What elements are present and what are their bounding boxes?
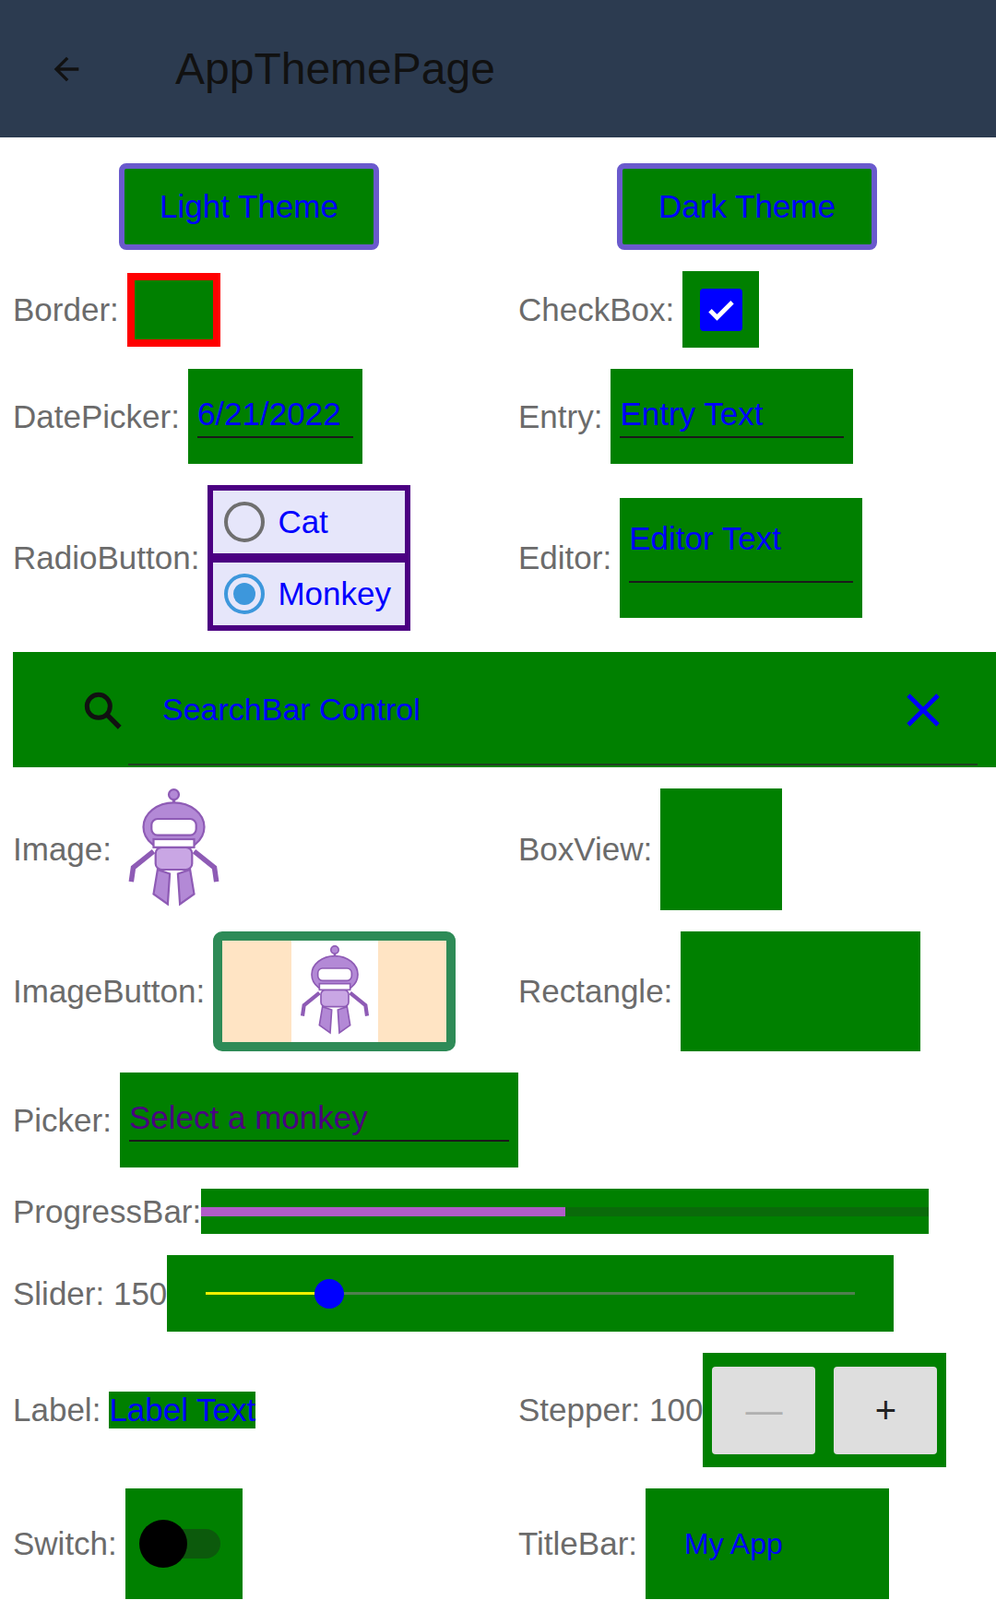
search-text: SearchBar Control bbox=[162, 691, 902, 728]
switch[interactable] bbox=[125, 1488, 243, 1600]
editor-label: Editor: bbox=[518, 539, 612, 577]
rectangle bbox=[680, 931, 921, 1052]
radio-circle-icon bbox=[224, 501, 265, 543]
progress-bar bbox=[201, 1188, 929, 1234]
stepper: — + bbox=[702, 1352, 947, 1468]
editor[interactable]: Editor Text bbox=[619, 498, 863, 618]
entry-value: Entry Text bbox=[619, 395, 844, 439]
picker-label: Picker: bbox=[12, 1102, 112, 1139]
robot-icon bbox=[119, 788, 228, 911]
image-button[interactable] bbox=[213, 931, 456, 1052]
radio-group: Cat Monkey bbox=[207, 485, 411, 631]
theme-button[interactable]: Dark Theme bbox=[616, 163, 878, 250]
date-value: 6/21/2022 bbox=[197, 395, 354, 439]
clear-icon[interactable] bbox=[901, 687, 946, 733]
back-arrow-icon[interactable] bbox=[47, 50, 85, 88]
progressbar-label: ProgressBar: bbox=[12, 1193, 202, 1231]
checkbox-label: CheckBox: bbox=[518, 291, 675, 329]
title-bar: My App bbox=[645, 1488, 890, 1600]
checkbox-control[interactable] bbox=[682, 271, 759, 348]
entry[interactable]: Entry Text bbox=[610, 368, 854, 464]
radio-button[interactable]: Monkey bbox=[213, 562, 405, 626]
titlebar-label: TitleBar: bbox=[518, 1525, 638, 1563]
theme-button[interactable]: Light Theme bbox=[118, 163, 380, 250]
label-label: Label: bbox=[12, 1391, 101, 1429]
imagebutton-label: ImageButton: bbox=[12, 972, 205, 1010]
theme-buttons: Light Theme Dark Theme bbox=[0, 163, 996, 250]
radiobutton-label: RadioButton: bbox=[12, 539, 200, 577]
checkbox[interactable] bbox=[699, 288, 743, 332]
box-view bbox=[660, 788, 783, 911]
label-text: Label Text bbox=[108, 1391, 256, 1429]
search-icon bbox=[79, 687, 126, 734]
rectangle-label: Rectangle: bbox=[518, 972, 673, 1010]
radio-circle-icon bbox=[224, 573, 265, 615]
app-theme-page: AppThemePage Light Theme Dark Theme Borde… bbox=[0, 0, 996, 1600]
boxview-label: BoxView: bbox=[518, 830, 653, 868]
stepper-minus[interactable]: — bbox=[711, 1366, 816, 1455]
border-control bbox=[127, 272, 221, 347]
switch-label: Switch: bbox=[12, 1525, 118, 1563]
title-bar-title: My App bbox=[684, 1527, 783, 1562]
slider[interactable] bbox=[166, 1255, 894, 1332]
date-picker[interactable]: 6/21/2022 bbox=[188, 368, 363, 464]
editor-value: Editor Text bbox=[628, 520, 854, 558]
check-icon bbox=[704, 293, 738, 327]
picker-placeholder: Select a monkey bbox=[129, 1099, 510, 1142]
slider-label: Slider: 150 bbox=[12, 1275, 167, 1313]
datepicker-label: DatePicker: bbox=[12, 398, 180, 436]
picker[interactable]: Select a monkey bbox=[119, 1072, 519, 1168]
toolbar: AppThemePage bbox=[0, 0, 996, 138]
entry-label: Entry: bbox=[518, 398, 603, 436]
image-label: Image: bbox=[12, 830, 112, 868]
radio-button[interactable]: Cat bbox=[213, 490, 405, 554]
image bbox=[119, 788, 228, 911]
robot-icon bbox=[296, 945, 374, 1038]
content: Light ThemeDark Theme Border: CheckBox: … bbox=[0, 137, 996, 1600]
stepper-plus[interactable]: + bbox=[833, 1366, 937, 1455]
stepper-label: Stepper: 100 bbox=[518, 1391, 703, 1429]
search-bar[interactable]: SearchBar Control bbox=[12, 652, 996, 768]
border-label: Border: bbox=[12, 291, 119, 329]
slider-thumb[interactable] bbox=[314, 1279, 344, 1309]
page-title: AppThemePage bbox=[175, 43, 496, 95]
